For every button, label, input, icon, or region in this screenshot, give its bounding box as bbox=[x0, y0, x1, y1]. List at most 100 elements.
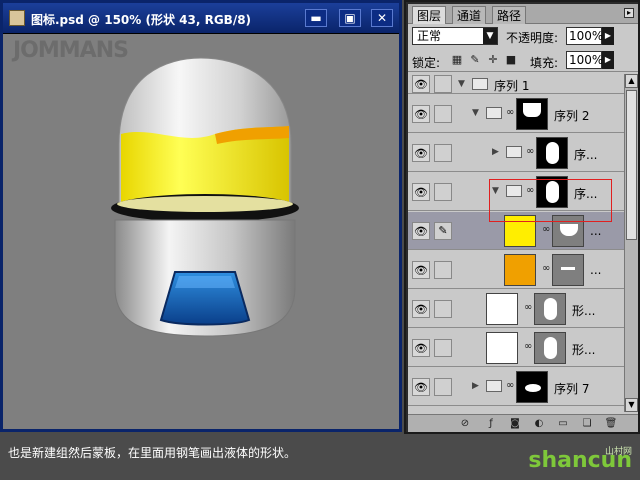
document-window: 图标.psd @ 150% (形状 43, RGB/8) ▬ ▣ ✕ JOMMA… bbox=[0, 0, 402, 432]
mask-thumbnail bbox=[516, 371, 548, 403]
folder-icon bbox=[472, 78, 488, 90]
minimize-button[interactable]: ▬ bbox=[305, 9, 327, 27]
layer-row-orange-liquid[interactable]: 👁 ∞ ... bbox=[408, 251, 624, 289]
expand-triangle-icon[interactable]: ▼ bbox=[472, 108, 479, 118]
add-mask-icon[interactable]: ◙ bbox=[508, 417, 522, 431]
delete-layer-icon[interactable]: 🗑 bbox=[604, 417, 618, 431]
chain-icon: ∞ bbox=[526, 146, 535, 157]
lock-fill-row: 锁定: ▦ ✎ ✛ ■ 填充: 100% ▶ bbox=[408, 50, 638, 72]
visor-shine bbox=[175, 276, 235, 288]
opacity-arrow-icon[interactable]: ▶ bbox=[602, 27, 614, 45]
eye-icon[interactable]: 👁 bbox=[412, 378, 430, 396]
lock-paint-icon[interactable]: ✎ bbox=[468, 53, 482, 67]
document-title: 图标.psd @ 150% (形状 43, RGB/8) bbox=[31, 13, 252, 27]
tab-layers[interactable]: 图层 bbox=[412, 6, 447, 24]
layer-name: 序列 2 bbox=[554, 109, 590, 123]
screenshot: 图标.psd @ 150% (形状 43, RGB/8) ▬ ▣ ✕ JOMMA… bbox=[0, 0, 640, 480]
layer-row-group-1[interactable]: 👁 ▼ 序列 1 bbox=[408, 74, 624, 94]
layer-row-shape-1[interactable]: 👁 ∞ 形... bbox=[408, 290, 624, 328]
layer-row-shape-2[interactable]: 👁 ∞ 形... bbox=[408, 329, 624, 367]
layer-row-group-3[interactable]: 👁 ▶ ∞ 序... bbox=[408, 134, 624, 172]
vector-mask-thumbnail bbox=[534, 332, 566, 364]
color-fill-thumbnail bbox=[504, 254, 536, 286]
lock-transparency-icon[interactable]: ▦ bbox=[450, 53, 464, 67]
eye-icon[interactable]: 👁 bbox=[412, 144, 430, 162]
layers-bottom-toolbar: ⊘ ƒ ◙ ◐ ▭ ❏ 🗑 bbox=[408, 414, 638, 432]
chain-icon: ∞ bbox=[542, 224, 551, 235]
panel-menu-icon[interactable]: ▸ bbox=[624, 8, 634, 18]
tab-paths[interactable]: 路径 bbox=[492, 6, 527, 24]
link-box[interactable] bbox=[434, 75, 452, 93]
expand-triangle-icon[interactable]: ▶ bbox=[492, 147, 499, 157]
close-button[interactable]: ✕ bbox=[371, 9, 393, 27]
link-layers-icon[interactable]: ⊘ bbox=[458, 417, 472, 431]
new-group-icon[interactable]: ▭ bbox=[556, 417, 570, 431]
fill-arrow-icon[interactable]: ▶ bbox=[602, 51, 614, 69]
layer-name: ... bbox=[590, 263, 602, 277]
blend-mode-value: 正常 bbox=[417, 29, 442, 43]
opacity-label: 不透明度: bbox=[506, 31, 559, 45]
vector-mask-thumbnail bbox=[534, 293, 566, 325]
document-titlebar[interactable]: 图标.psd @ 150% (形状 43, RGB/8) ▬ ▣ ✕ bbox=[3, 3, 399, 33]
lock-label: 锁定: bbox=[412, 56, 441, 70]
ring-highlight bbox=[117, 196, 293, 212]
link-box[interactable] bbox=[434, 339, 452, 357]
link-box[interactable] bbox=[434, 300, 452, 318]
link-box[interactable] bbox=[434, 144, 452, 162]
layer-name: 形... bbox=[572, 343, 596, 357]
add-style-icon[interactable]: ƒ bbox=[484, 417, 498, 431]
scroll-thumb[interactable] bbox=[626, 90, 637, 240]
chain-icon: ∞ bbox=[506, 107, 515, 118]
link-box[interactable] bbox=[434, 105, 452, 123]
color-fill-thumbnail bbox=[486, 332, 518, 364]
expand-triangle-icon[interactable]: ▶ bbox=[472, 381, 479, 391]
layer-name: 序列 7 bbox=[554, 382, 590, 396]
chain-icon: ∞ bbox=[542, 263, 551, 274]
opacity-field[interactable]: 100% bbox=[566, 27, 603, 45]
lock-all-icon[interactable]: ■ bbox=[504, 53, 518, 67]
scroll-down-icon[interactable]: ▼ bbox=[625, 398, 638, 412]
tab-channels[interactable]: 通道 bbox=[452, 6, 487, 24]
eye-icon[interactable]: 👁 bbox=[412, 75, 430, 93]
eye-icon[interactable]: 👁 bbox=[412, 339, 430, 357]
restore-button[interactable]: ▣ bbox=[339, 9, 361, 27]
capsule-artwork bbox=[111, 57, 299, 337]
eye-icon[interactable]: 👁 bbox=[412, 105, 430, 123]
folder-icon bbox=[506, 146, 522, 158]
link-box[interactable] bbox=[434, 183, 452, 201]
layer-name: ... bbox=[590, 224, 602, 238]
document-icon bbox=[9, 10, 25, 26]
layer-name: 序... bbox=[574, 148, 598, 162]
eye-icon[interactable]: 👁 bbox=[412, 222, 430, 240]
layer-name: 序列 1 bbox=[494, 79, 530, 93]
site-logo: shancun bbox=[528, 448, 632, 473]
lock-move-icon[interactable]: ✛ bbox=[486, 53, 500, 67]
layer-row-group-7[interactable]: 👁 ▶ ∞ 序列 7 bbox=[408, 368, 624, 406]
fill-field[interactable]: 100% bbox=[566, 51, 603, 69]
new-adjustment-icon[interactable]: ◐ bbox=[532, 417, 546, 431]
scroll-up-icon[interactable]: ▲ bbox=[625, 74, 638, 88]
chevron-down-icon: ▼ bbox=[483, 28, 497, 44]
document-canvas[interactable]: JOMMANS bbox=[3, 33, 399, 429]
mask-thumbnail bbox=[516, 98, 548, 130]
chain-icon: ∞ bbox=[524, 341, 533, 352]
link-box[interactable] bbox=[434, 378, 452, 396]
layers-list: 👁 ▼ 序列 1 👁 ▼ ∞ 序列 2 👁 ▶ ∞ 序... 👁 ▼ ∞ 序..… bbox=[408, 74, 624, 412]
panel-tabs: 图层 通道 路径 ▸ bbox=[408, 4, 638, 24]
layer-row-group-2[interactable]: 👁 ▼ ∞ 序列 2 bbox=[408, 95, 624, 133]
folder-icon bbox=[486, 380, 502, 392]
eye-icon[interactable]: 👁 bbox=[412, 183, 430, 201]
caption-text: 也是新建组然后蒙板，在里面用钢笔画出液体的形状。 bbox=[8, 446, 297, 460]
layers-scrollbar[interactable]: ▲ ▼ bbox=[624, 74, 638, 412]
expand-triangle-icon[interactable]: ▼ bbox=[458, 79, 465, 89]
brush-icon[interactable]: ✎ bbox=[434, 222, 452, 240]
vector-mask-thumbnail bbox=[552, 254, 584, 286]
new-layer-icon[interactable]: ❏ bbox=[580, 417, 594, 431]
eye-icon[interactable]: 👁 bbox=[412, 261, 430, 279]
blend-opacity-row: 正常 ▼ 不透明度: 100% ▶ bbox=[408, 25, 638, 49]
blend-mode-select[interactable]: 正常 ▼ bbox=[412, 27, 498, 45]
folder-icon bbox=[486, 107, 502, 119]
color-fill-thumbnail bbox=[486, 293, 518, 325]
link-box[interactable] bbox=[434, 261, 452, 279]
eye-icon[interactable]: 👁 bbox=[412, 300, 430, 318]
